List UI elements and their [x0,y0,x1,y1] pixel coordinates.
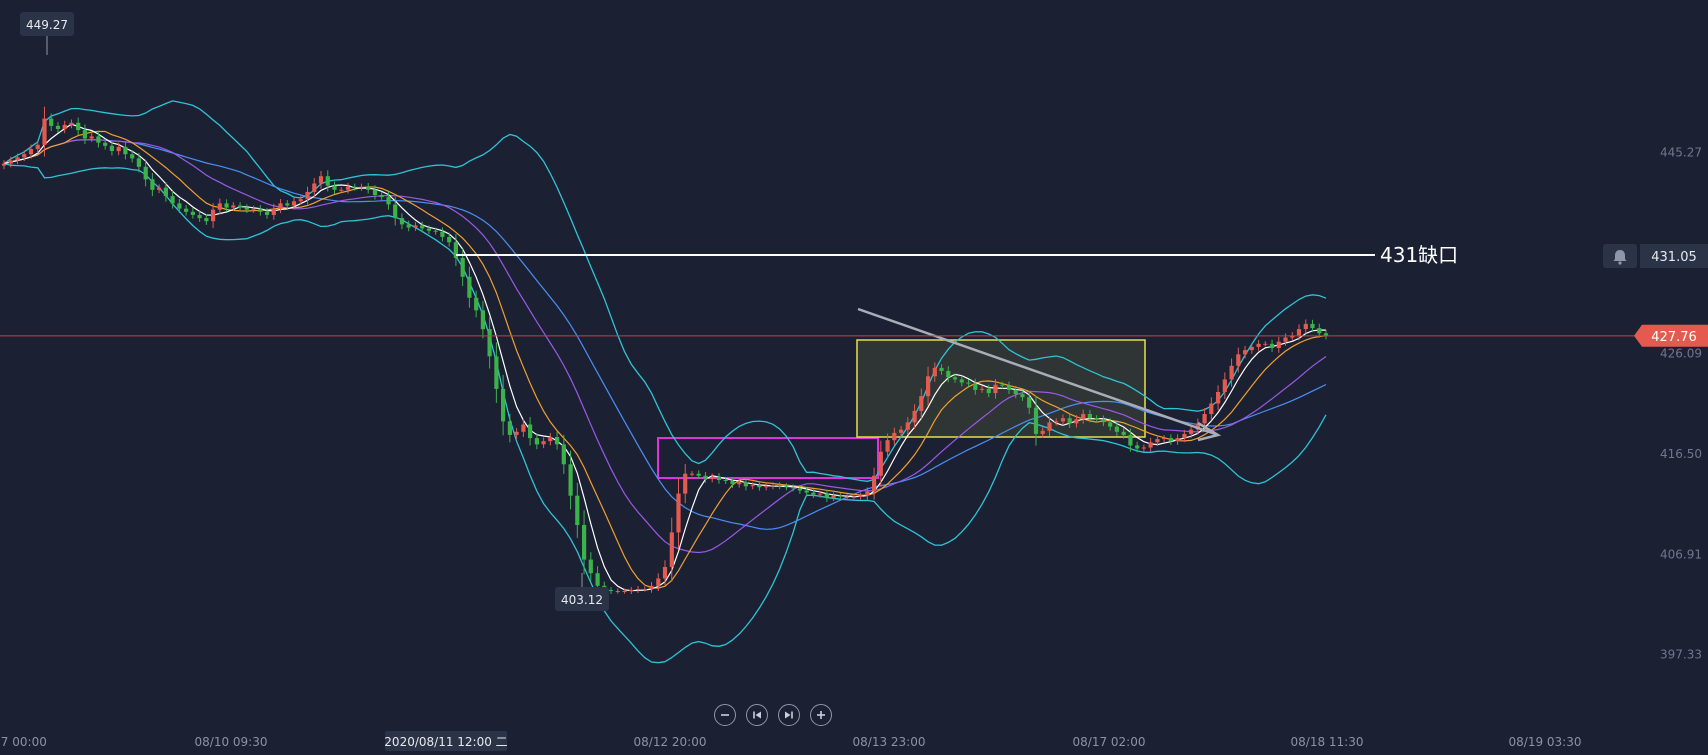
zoom-out-button[interactable] [714,704,736,726]
x-tick-label: 07 00:00 [0,735,47,749]
x-tick-label: 08/10 09:30 [195,735,268,749]
skip-back-icon [753,711,761,719]
x-tick-label: 08/13 23:00 [853,735,926,749]
current-price-tag: 427.76 [1634,324,1708,347]
skip-forward-icon [785,711,793,719]
y-tick-label: 406.91 [1660,547,1702,561]
candlestick-chart[interactable]: 431缺口 445.27435.68426.09416.50406.91397.… [0,0,1708,755]
y-tick-label: 397.33 [1660,648,1702,662]
high-label: 449.27 [26,18,68,32]
x-tick-label: 08/17 02:00 [1073,735,1146,749]
current-price-label: 427.76 [1651,330,1697,345]
low-label: 403.12 [561,593,603,607]
y-tick-label: 445.27 [1660,145,1702,159]
minus-icon [721,714,729,716]
alert-price-label: 431.05 [1651,250,1697,265]
x-tick-label: 08/19 03:30 [1509,735,1582,749]
x-tick-label: 08/12 20:00 [634,735,707,749]
zoom-in-button[interactable] [810,704,832,726]
y-tick-label: 416.50 [1660,447,1702,461]
scroll-end-button[interactable] [778,704,800,726]
y-tick-label: 426.09 [1660,346,1702,360]
gap-label: 431缺口 [1380,243,1458,267]
x-tick-label: 08/18 11:30 [1291,735,1364,749]
scroll-start-button[interactable] [746,704,768,726]
alert-price-tag[interactable]: 431.05 [1603,244,1708,268]
plus-icon [817,711,825,719]
x-tick-label-highlighted: 2020/08/11 12:00 二 [384,735,507,749]
zoom-controls [714,704,832,726]
